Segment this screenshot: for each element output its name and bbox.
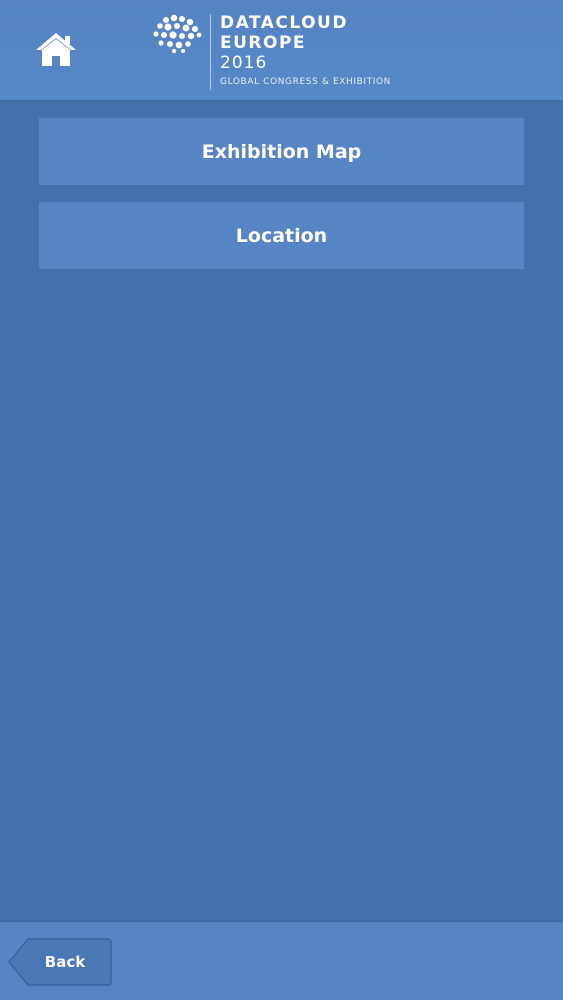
app-footer: Back	[0, 921, 563, 1000]
exhibition-map-button[interactable]: Exhibition Map	[39, 118, 524, 185]
event-logo: DATACLOUD EUROPE 2016 GLOBAL CONGRESS & …	[152, 12, 422, 92]
logo-year: 2016	[220, 53, 268, 73]
app-header: DATACLOUD EUROPE 2016 GLOBAL CONGRESS & …	[0, 0, 563, 101]
logo-divider	[210, 14, 211, 90]
home-icon	[36, 33, 76, 66]
location-button[interactable]: Location	[39, 202, 524, 269]
home-button[interactable]	[34, 30, 78, 70]
datacloud-logo-icon	[153, 14, 202, 54]
logo-tagline: GLOBAL CONGRESS & EXHIBITION	[220, 77, 392, 87]
back-button[interactable]: Back	[8, 938, 112, 986]
back-label: Back	[44, 953, 86, 971]
logo-title-line1: DATACLOUD	[220, 13, 348, 33]
logo-title-line2: EUROPE	[220, 33, 307, 53]
